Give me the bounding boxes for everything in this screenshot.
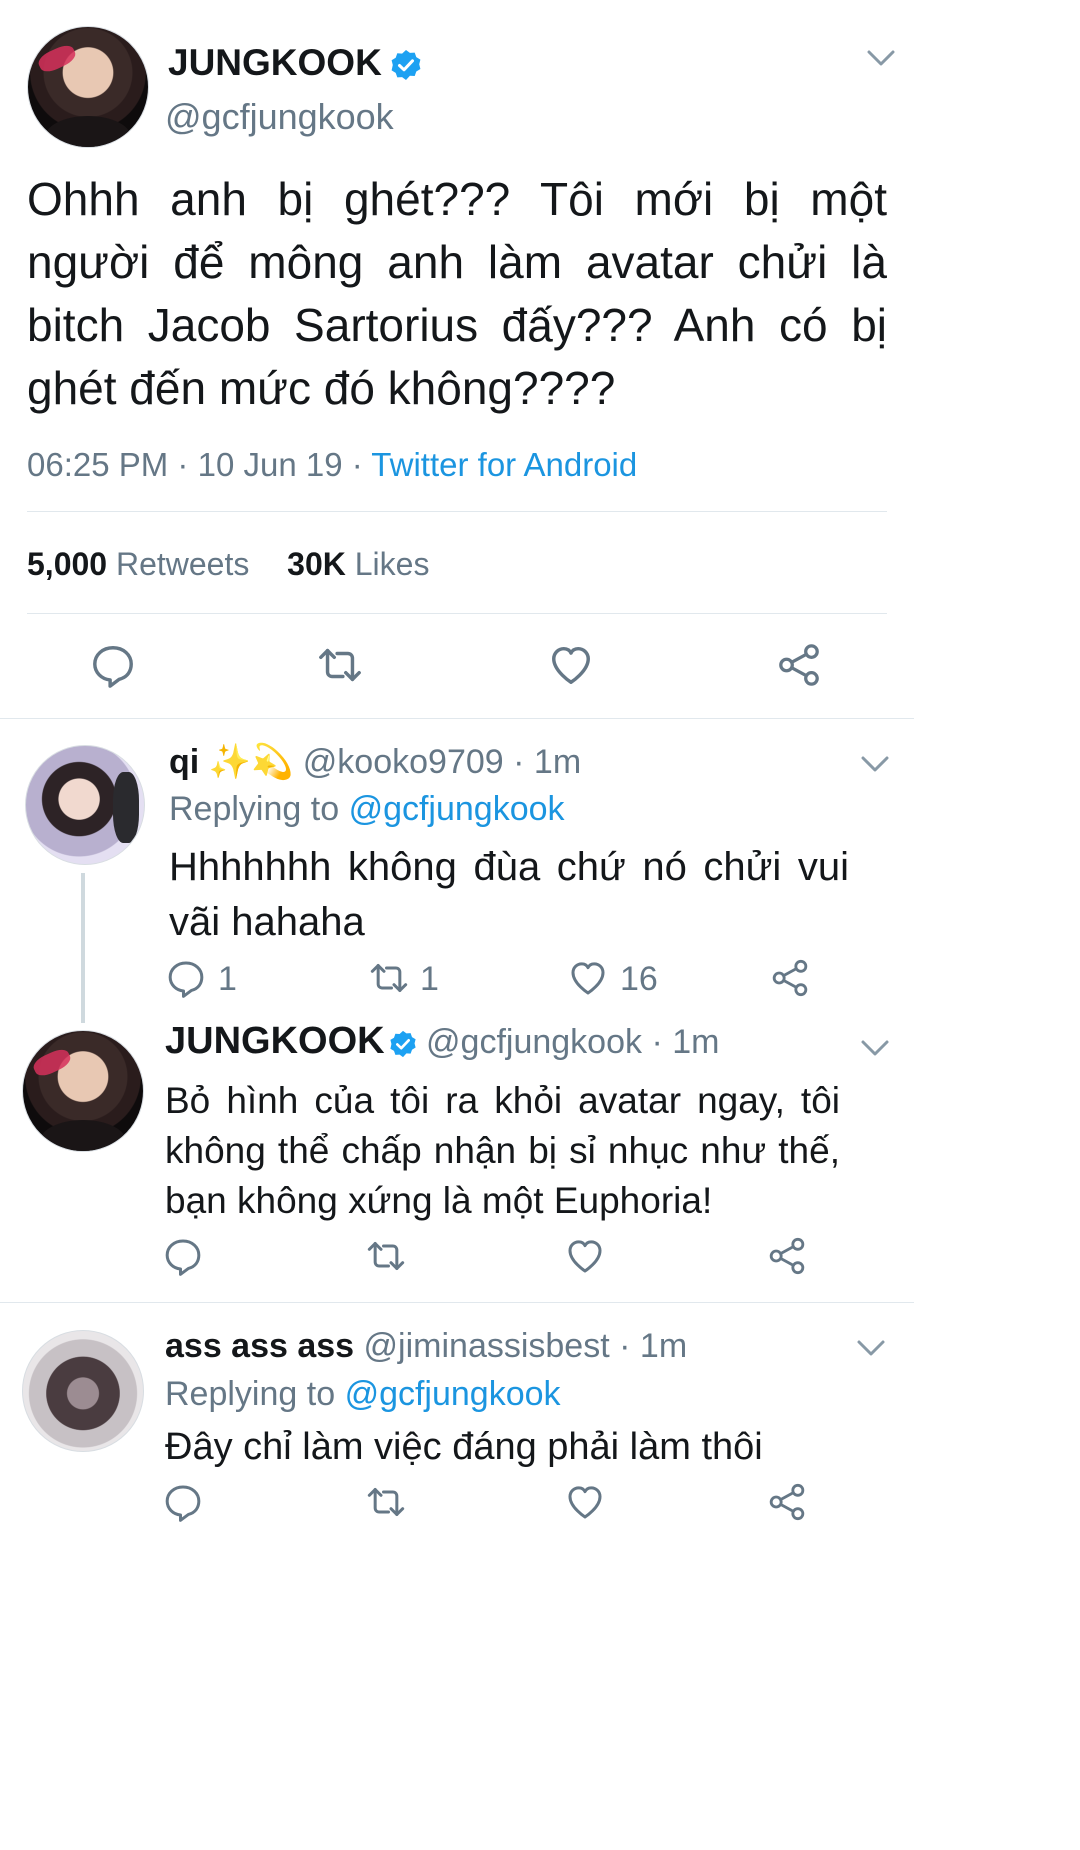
display-name[interactable]: ass ass ass bbox=[165, 1327, 354, 1365]
chevron-down-icon[interactable] bbox=[860, 1038, 890, 1058]
tweet-time: 06:25 PM bbox=[27, 446, 169, 483]
heart-icon[interactable] bbox=[565, 1236, 605, 1276]
replying-to-link[interactable]: @gcfjungkook bbox=[345, 1375, 561, 1413]
tweet-stats: 5,000 Retweets 30K Likes bbox=[27, 546, 429, 583]
tweet-meta: 06:25 PM · 10 Jun 19 · Twitter for Andro… bbox=[27, 446, 638, 483]
avatar[interactable] bbox=[22, 1030, 144, 1152]
avatar[interactable] bbox=[22, 1330, 144, 1452]
heart-icon[interactable] bbox=[548, 642, 594, 688]
reply-icon[interactable] bbox=[163, 1236, 203, 1276]
reply-header: qi ✨💫 @kooko9709 · 1m bbox=[169, 743, 582, 781]
retweet-icon[interactable] bbox=[316, 642, 364, 688]
chevron-down-icon[interactable] bbox=[856, 1338, 886, 1358]
tweet-age: 1m bbox=[533, 743, 582, 781]
tweet-text: Ohhh anh bị ghét??? Tôi mới bị một người… bbox=[27, 173, 887, 414]
name-emoji: ✨💫 bbox=[208, 743, 294, 781]
handle[interactable]: @jiminassisbest bbox=[364, 1327, 610, 1365]
replying-to-link[interactable]: @gcfjungkook bbox=[349, 790, 565, 828]
divider bbox=[0, 718, 914, 719]
divider bbox=[27, 511, 887, 512]
likes-stat[interactable]: 30K Likes bbox=[287, 546, 429, 582]
retweet-icon[interactable] bbox=[365, 1482, 407, 1522]
display-name[interactable]: JUNGKOOK bbox=[168, 42, 422, 84]
share-icon[interactable] bbox=[770, 958, 810, 998]
share-icon[interactable] bbox=[776, 642, 822, 688]
reply-icon[interactable] bbox=[166, 958, 206, 998]
tweet-date: 10 Jun 19 bbox=[197, 446, 343, 483]
verified-badge-icon bbox=[389, 1030, 417, 1058]
replying-to: Replying to @gcfjungkook bbox=[165, 1375, 561, 1413]
display-name[interactable]: JUNGKOOK bbox=[165, 1020, 385, 1062]
retweet-icon[interactable] bbox=[368, 958, 410, 998]
tweet-source-link[interactable]: Twitter for Android bbox=[371, 446, 637, 483]
replying-to: Replying to @gcfjungkook bbox=[169, 790, 565, 828]
like-count: 16 bbox=[620, 960, 658, 998]
chevron-down-icon[interactable] bbox=[860, 754, 890, 774]
retweets-stat[interactable]: 5,000 Retweets bbox=[27, 546, 249, 582]
tweet-text: Hhhhhhh không đùa chứ nó chửi vui vãi ha… bbox=[169, 845, 849, 944]
reply-header: ass ass ass @jiminassisbest · 1m bbox=[165, 1327, 688, 1365]
reply-icon[interactable] bbox=[163, 1482, 203, 1522]
avatar[interactable] bbox=[27, 26, 149, 148]
divider bbox=[0, 1302, 914, 1303]
tweet-age: 1m bbox=[672, 1023, 720, 1061]
retweet-icon[interactable] bbox=[365, 1236, 407, 1276]
reply-count: 1 bbox=[218, 960, 237, 998]
tweet-text: Đây chỉ làm việc đáng phải làm thôi bbox=[165, 1426, 763, 1468]
divider bbox=[27, 613, 887, 614]
avatar[interactable] bbox=[25, 745, 145, 865]
display-name[interactable]: qi bbox=[169, 743, 199, 781]
handle[interactable]: @gcfjungkook bbox=[165, 96, 394, 138]
tweet-text: Bỏ hình của tôi ra khỏi avatar ngay, tôi… bbox=[165, 1080, 840, 1221]
chevron-down-icon[interactable] bbox=[866, 48, 896, 68]
share-icon[interactable] bbox=[767, 1482, 807, 1522]
thread-line bbox=[81, 873, 85, 1023]
verified-badge-icon bbox=[390, 49, 422, 81]
retweet-count: 1 bbox=[420, 960, 439, 998]
reply-icon[interactable] bbox=[90, 642, 136, 688]
heart-icon[interactable] bbox=[568, 958, 608, 998]
heart-icon[interactable] bbox=[565, 1482, 605, 1522]
reply-header: JUNGKOOK @gcfjungkook · 1m bbox=[165, 1020, 720, 1062]
handle[interactable]: @gcfjungkook bbox=[426, 1023, 642, 1061]
share-icon[interactable] bbox=[767, 1236, 807, 1276]
tweet-age: 1m bbox=[639, 1327, 688, 1365]
handle[interactable]: @kooko9709 bbox=[303, 743, 504, 781]
